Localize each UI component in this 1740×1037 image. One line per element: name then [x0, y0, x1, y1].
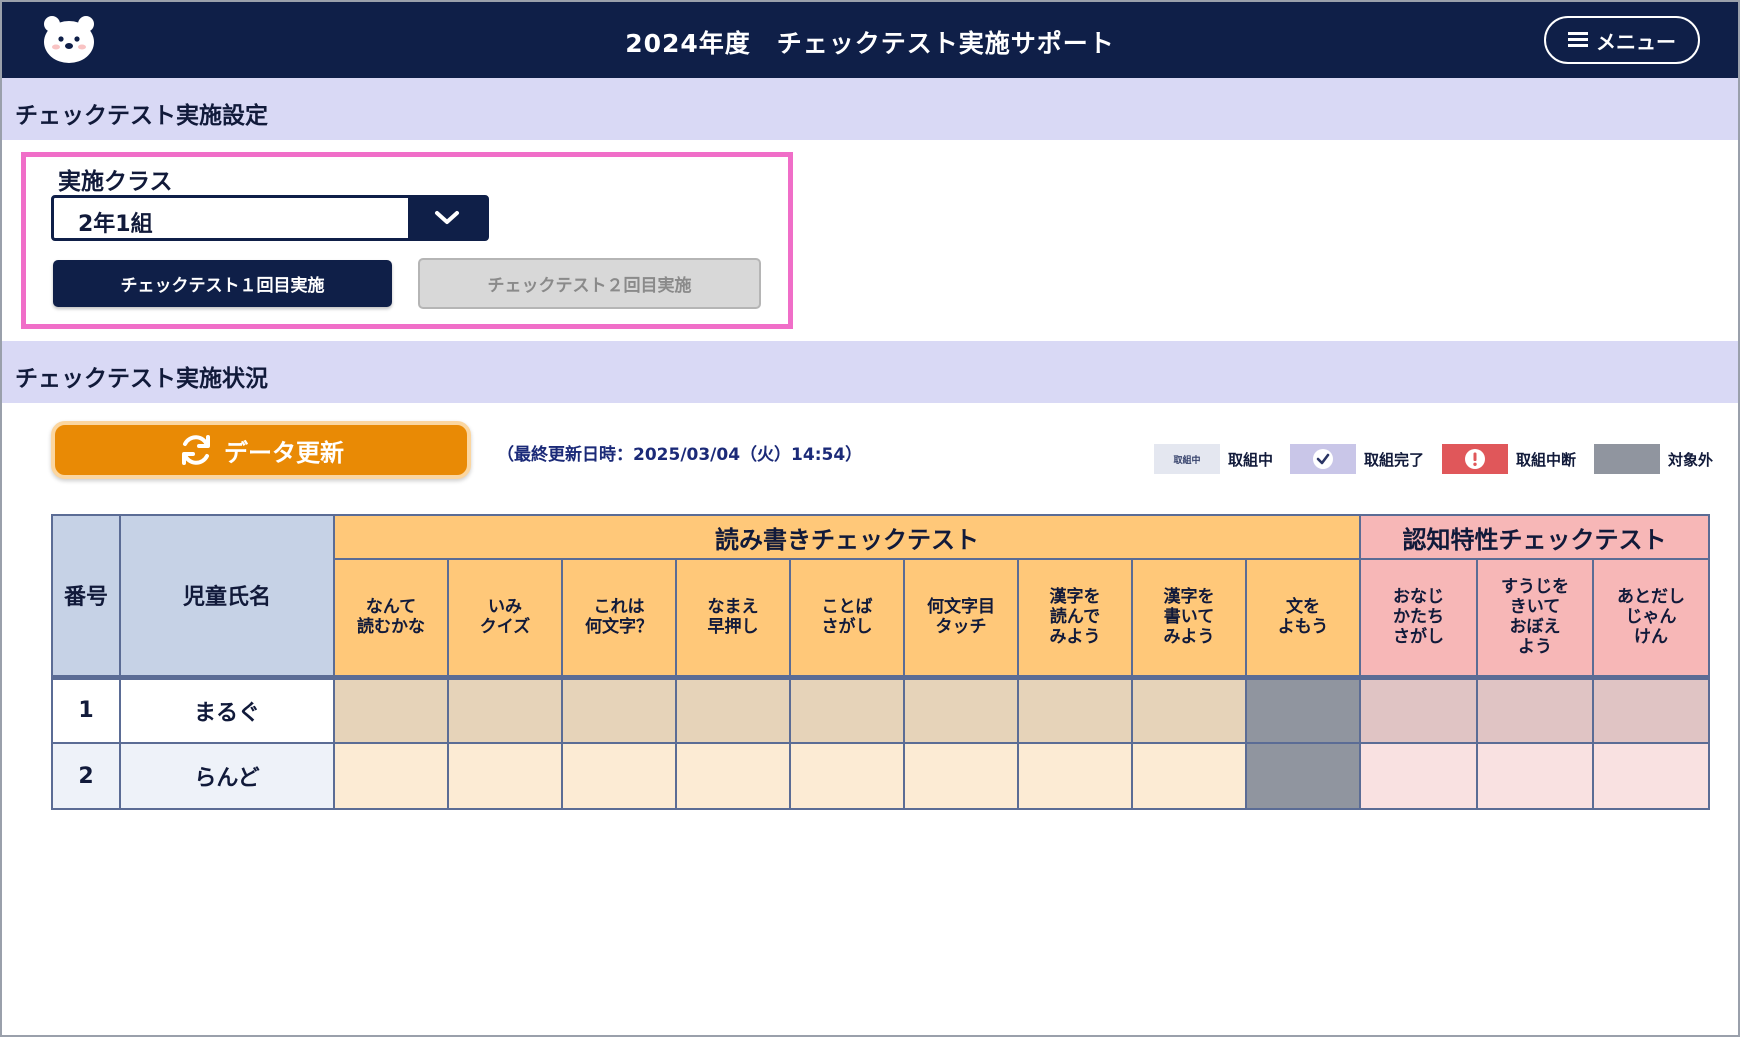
top-bar: 2024年度 チェックテスト実施サポート メニュー — [2, 2, 1738, 78]
test-header-label: すうじを きいて おぼえ よう — [1501, 577, 1569, 658]
app-title: 2024年度 チェックテスト実施サポート — [625, 29, 1115, 58]
test-cell[interactable] — [333, 674, 449, 744]
legend-done-swatch — [1290, 444, 1356, 474]
test-header-label: あとだし じゃん けん — [1617, 587, 1685, 648]
test-header: ことば さがし — [789, 558, 905, 678]
col-header-number: 番号 — [51, 514, 121, 678]
legend-not-applicable-label: 対象外 — [1668, 450, 1714, 469]
status-section-title: チェックテスト実施状況 — [15, 366, 268, 392]
test-cell-not-applicable — [1245, 742, 1361, 810]
test-cell[interactable] — [1359, 742, 1478, 810]
test-cell[interactable] — [675, 674, 791, 744]
test-header: これは 何文字？ — [561, 558, 677, 678]
legend-not-applicable-swatch — [1594, 444, 1660, 474]
test-cell[interactable] — [903, 674, 1019, 744]
test-header: すうじを きいて おぼえ よう — [1476, 558, 1594, 678]
test-cell[interactable] — [1131, 674, 1247, 744]
menu-label: メニュー — [1596, 29, 1676, 54]
test-cell[interactable] — [1592, 742, 1710, 810]
refresh-data-button[interactable]: データ更新 — [51, 421, 471, 479]
settings-section-bar: チェックテスト実施設定 — [2, 78, 1738, 140]
table-row: 1 まるぐ — [51, 674, 1710, 744]
test-cell[interactable] — [1476, 742, 1594, 810]
hamburger-icon — [1568, 32, 1588, 48]
test-header-label: 文を よもう — [1277, 597, 1329, 638]
test-cell[interactable] — [903, 742, 1019, 810]
test-header-label: 漢字を 読んで みよう — [1049, 587, 1101, 648]
test-cell[interactable] — [447, 742, 563, 810]
test-cell[interactable] — [447, 674, 563, 744]
results-table: 番号 児童氏名 読み書きチェックテスト 認知特性チェックテスト なんて 読むかな… — [51, 514, 1710, 810]
test-header-label: ことば さがし — [821, 597, 873, 638]
test-cell[interactable] — [1131, 742, 1247, 810]
class-label: 実施クラス — [58, 169, 173, 195]
chevron-down-icon[interactable] — [408, 198, 486, 238]
test-cell[interactable] — [789, 742, 905, 810]
test-cell[interactable] — [1476, 674, 1594, 744]
test-cell[interactable] — [561, 742, 677, 810]
test-header-label: おなじ かたち さがし — [1393, 587, 1444, 648]
test-cell[interactable] — [561, 674, 677, 744]
student-number: 2 — [51, 742, 121, 810]
test-header: あとだし じゃん けん — [1592, 558, 1710, 678]
table-row: 2 らんど — [51, 742, 1710, 810]
student-name[interactable]: らんど — [119, 742, 335, 810]
check-circle-icon — [1313, 449, 1333, 469]
test-header: 漢字を 読んで みよう — [1017, 558, 1133, 678]
test-cell[interactable] — [333, 742, 449, 810]
test-cell[interactable] — [675, 742, 791, 810]
refresh-label: データ更新 — [224, 438, 344, 467]
legend-interrupted-label: 取組中断 — [1516, 450, 1577, 469]
group-header-reading-writing: 読み書きチェックテスト — [333, 514, 1361, 560]
test-header: なまえ 早押し — [675, 558, 791, 678]
refresh-icon — [182, 435, 210, 465]
exclamation-circle-icon — [1465, 449, 1485, 469]
test-cell[interactable] — [1592, 674, 1710, 744]
run-test2-button[interactable]: チェックテスト２回目実施 — [418, 258, 761, 309]
table-header-row: 番号 児童氏名 読み書きチェックテスト 認知特性チェックテスト — [51, 514, 1710, 678]
test-header: 漢字を 書いて みよう — [1131, 558, 1247, 678]
test-header: おなじ かたち さがし — [1359, 558, 1478, 678]
test-header: 文を よもう — [1245, 558, 1361, 678]
legend-interrupted: 取組中断 — [1442, 443, 1576, 475]
legend-interrupted-swatch — [1442, 444, 1508, 474]
test-cell[interactable] — [1017, 742, 1133, 810]
test-cell[interactable] — [789, 674, 905, 744]
legend-done: 取組完了 — [1290, 443, 1424, 475]
class-select-value: 2年1組 — [78, 212, 153, 237]
test-header-label: これは 何文字？ — [585, 597, 653, 638]
menu-button[interactable]: メニュー — [1544, 16, 1700, 64]
test-header-label: いみ クイズ — [479, 597, 531, 638]
legend-in-progress-swatch: 取組中 — [1154, 444, 1220, 474]
legend-in-progress-badge: 取組中 — [1173, 455, 1201, 466]
last-update-text: （最終更新日時：2025/03/04（火）14:54） — [497, 445, 863, 465]
col-header-name: 児童氏名 — [119, 514, 335, 678]
test-header-label: なんて 読むかな — [357, 597, 425, 638]
test-header-label: 漢字を 書いて みよう — [1163, 587, 1215, 648]
legend-not-applicable: 対象外 — [1594, 443, 1713, 475]
test-header: 何文字目 タッチ — [903, 558, 1019, 678]
test-header: なんて 読むかな — [333, 558, 449, 678]
group-header-cognitive: 認知特性チェックテスト — [1359, 514, 1710, 560]
test-cell[interactable] — [1359, 674, 1478, 744]
class-select[interactable]: 2年1組 — [51, 195, 489, 241]
test-header-label: なまえ 早押し — [707, 597, 759, 638]
settings-section-title: チェックテスト実施設定 — [15, 103, 268, 129]
student-name[interactable]: まるぐ — [119, 674, 335, 744]
legend-done-label: 取組完了 — [1364, 450, 1425, 469]
test-header: いみ クイズ — [447, 558, 563, 678]
student-number: 1 — [51, 674, 121, 744]
status-section-bar: チェックテスト実施状況 — [2, 341, 1738, 403]
legend-in-progress-label: 取組中 — [1228, 450, 1274, 469]
run-test1-button[interactable]: チェックテスト１回目実施 — [53, 260, 392, 307]
test-header-label: 何文字目 タッチ — [927, 597, 995, 638]
test-cell[interactable] — [1017, 674, 1133, 744]
legend-in-progress: 取組中 取組中 — [1154, 443, 1273, 475]
test-cell-not-applicable — [1245, 674, 1361, 744]
